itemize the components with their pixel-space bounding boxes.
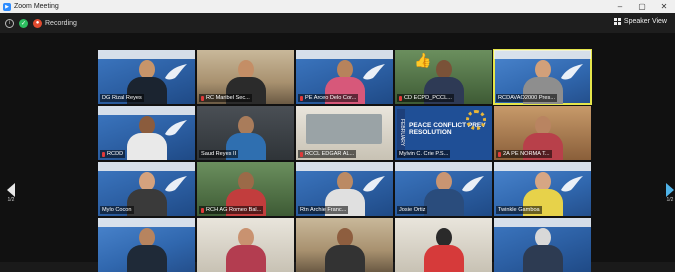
zoom-logo-icon: ▶ (3, 2, 11, 11)
next-page-button[interactable]: 1/2 (665, 183, 675, 217)
participant-name: PE Arceo Delo Cor... (298, 94, 359, 102)
participant-name: Mylo Cocon (100, 206, 134, 214)
window-title: Zoom Meeting (14, 3, 59, 10)
title-bar: ▶ Zoom Meeting – ▢ ✕ (0, 0, 675, 13)
participant-name: RCCL EDGAR AL... (298, 150, 357, 158)
muted-mic-icon (498, 151, 501, 157)
recording-label: Recording (45, 19, 77, 27)
meeting-toolbar: i ✓ ● Recording Speaker View (0, 13, 675, 33)
participant-tile[interactable]: Mylo Cocon (98, 162, 195, 216)
participant-name: Mylvin C. Crie P.S... (397, 150, 451, 158)
muted-mic-icon (201, 207, 204, 213)
maximize-button[interactable]: ▢ (631, 0, 653, 13)
participant-tile[interactable] (197, 218, 294, 272)
participant-video (126, 114, 167, 160)
speaker-view-icon (613, 18, 621, 25)
previous-page-button[interactable]: 1/2 (6, 183, 16, 217)
participant-video (225, 226, 266, 272)
shared-screen-thumbnail (306, 114, 382, 144)
participant-video (423, 226, 464, 272)
muted-mic-icon (201, 95, 204, 101)
participant-name: Josie Ortiz (397, 206, 428, 214)
chevron-right-icon (666, 183, 674, 197)
minimize-button[interactable]: – (609, 0, 631, 13)
muted-mic-icon (399, 95, 402, 101)
speaker-view-label: Speaker View (623, 18, 667, 25)
participant-video (423, 170, 464, 216)
participant-tile-active-speaker[interactable]: RCDAVAO2000 Pres... (493, 49, 592, 105)
participant-tile[interactable]: Josie Ortiz (395, 162, 492, 216)
speaker-view-button[interactable]: Speaker View (613, 18, 667, 25)
participant-tile[interactable]: RCH AG Romeo Bal... (197, 162, 294, 216)
participant-name: RCDD (100, 150, 126, 158)
rotary-wheel-icon (466, 110, 486, 130)
participant-tile[interactable]: PE Arceo Delo Cor... (296, 50, 393, 104)
participant-video (522, 226, 563, 272)
page-indicator-right: 1/2 (666, 197, 674, 203)
participant-tile[interactable]: FEBRUARY PEACE CONFLICT PREV RESOLUTION … (395, 106, 492, 160)
participant-name: Saud Reyes II (199, 150, 239, 158)
participant-tile[interactable]: Twinkle Gamboa (494, 162, 591, 216)
participant-name: 2A PE NORMA T... (496, 150, 552, 158)
participant-name: Twinkle Gamboa (496, 206, 542, 214)
video-gallery: DG Rizal Reyes RC Maribel Sec... PE Arce… (0, 33, 675, 272)
participant-tile[interactable]: RC Maribel Sec... (197, 50, 294, 104)
participant-name: DG Rizal Reyes (100, 94, 144, 102)
participant-tile[interactable]: 👍 CD ECPD_PCCL... (395, 50, 492, 104)
participant-name: RC Maribel Sec... (199, 94, 252, 102)
participant-tile[interactable]: Rtn Archie Franc... (296, 162, 393, 216)
info-icon[interactable]: i (5, 18, 14, 28)
window-controls: – ▢ ✕ (609, 0, 675, 13)
participant-tile[interactable] (98, 218, 195, 272)
page-indicator-left: 1/2 (7, 197, 15, 203)
participant-name: Rtn Archie Franc... (298, 206, 349, 214)
participant-tile[interactable] (395, 218, 492, 272)
participant-name: CD ECPD_PCCL... (397, 94, 454, 102)
muted-mic-icon (300, 95, 303, 101)
participant-tile[interactable]: Saud Reyes II (197, 106, 294, 160)
muted-mic-icon (300, 151, 303, 157)
security-shield-icon[interactable]: ✓ (19, 18, 28, 28)
participant-tile[interactable]: RCCL EDGAR AL... (296, 106, 393, 160)
chevron-left-icon (7, 183, 15, 197)
participant-tile[interactable]: RCDD (98, 106, 195, 160)
participant-tile[interactable]: DG Rizal Reyes (98, 50, 195, 104)
participant-tile[interactable] (296, 218, 393, 272)
participant-video (324, 226, 365, 272)
recording-icon: ● (33, 18, 42, 28)
close-button[interactable]: ✕ (653, 0, 675, 13)
participant-tile[interactable]: 2A PE NORMA T... (494, 106, 591, 160)
muted-mic-icon (102, 151, 105, 157)
participant-tile[interactable] (494, 218, 591, 272)
participant-name: RCH AG Romeo Bal... (199, 206, 264, 214)
participant-name: RCDAVAO2000 Pres... (496, 94, 557, 102)
participant-video (126, 226, 167, 272)
